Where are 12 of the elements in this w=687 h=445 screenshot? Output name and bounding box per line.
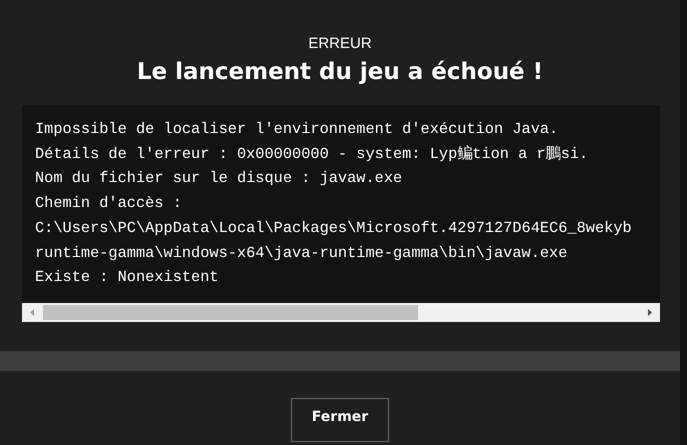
scrollbar-thumb[interactable] xyxy=(43,304,418,320)
error-detail-line: Existe : Nonexistent xyxy=(35,267,220,288)
error-detail-line: Chemin d'accès : xyxy=(35,193,183,214)
horizontal-scrollbar[interactable] xyxy=(22,302,660,322)
error-detail-line: C:\Users\PC\AppData\Local\Packages\Microsoft.4297127D64EC6_8wekyb xyxy=(35,218,633,239)
error-detail-line: Impossible de localiser l'environnement d'exécution Java. xyxy=(35,119,560,140)
close-button[interactable]: Fermer xyxy=(291,398,389,442)
dialog-overline: ERREUR xyxy=(308,35,372,53)
error-detail-line: Détails de l'erreur : 0x00000000 - system: Lyp鳊tion a r鵬si. xyxy=(35,144,590,165)
dialog-title: Le lancement du jeu a échoué ! xyxy=(136,58,544,87)
error-detail-line: runtime-gamma\windows-x64\java-runtime-gamma\bin\javaw.exe xyxy=(35,242,568,264)
error-detail-line: Nom du fichier sur le disque : javaw.exe xyxy=(35,168,404,190)
